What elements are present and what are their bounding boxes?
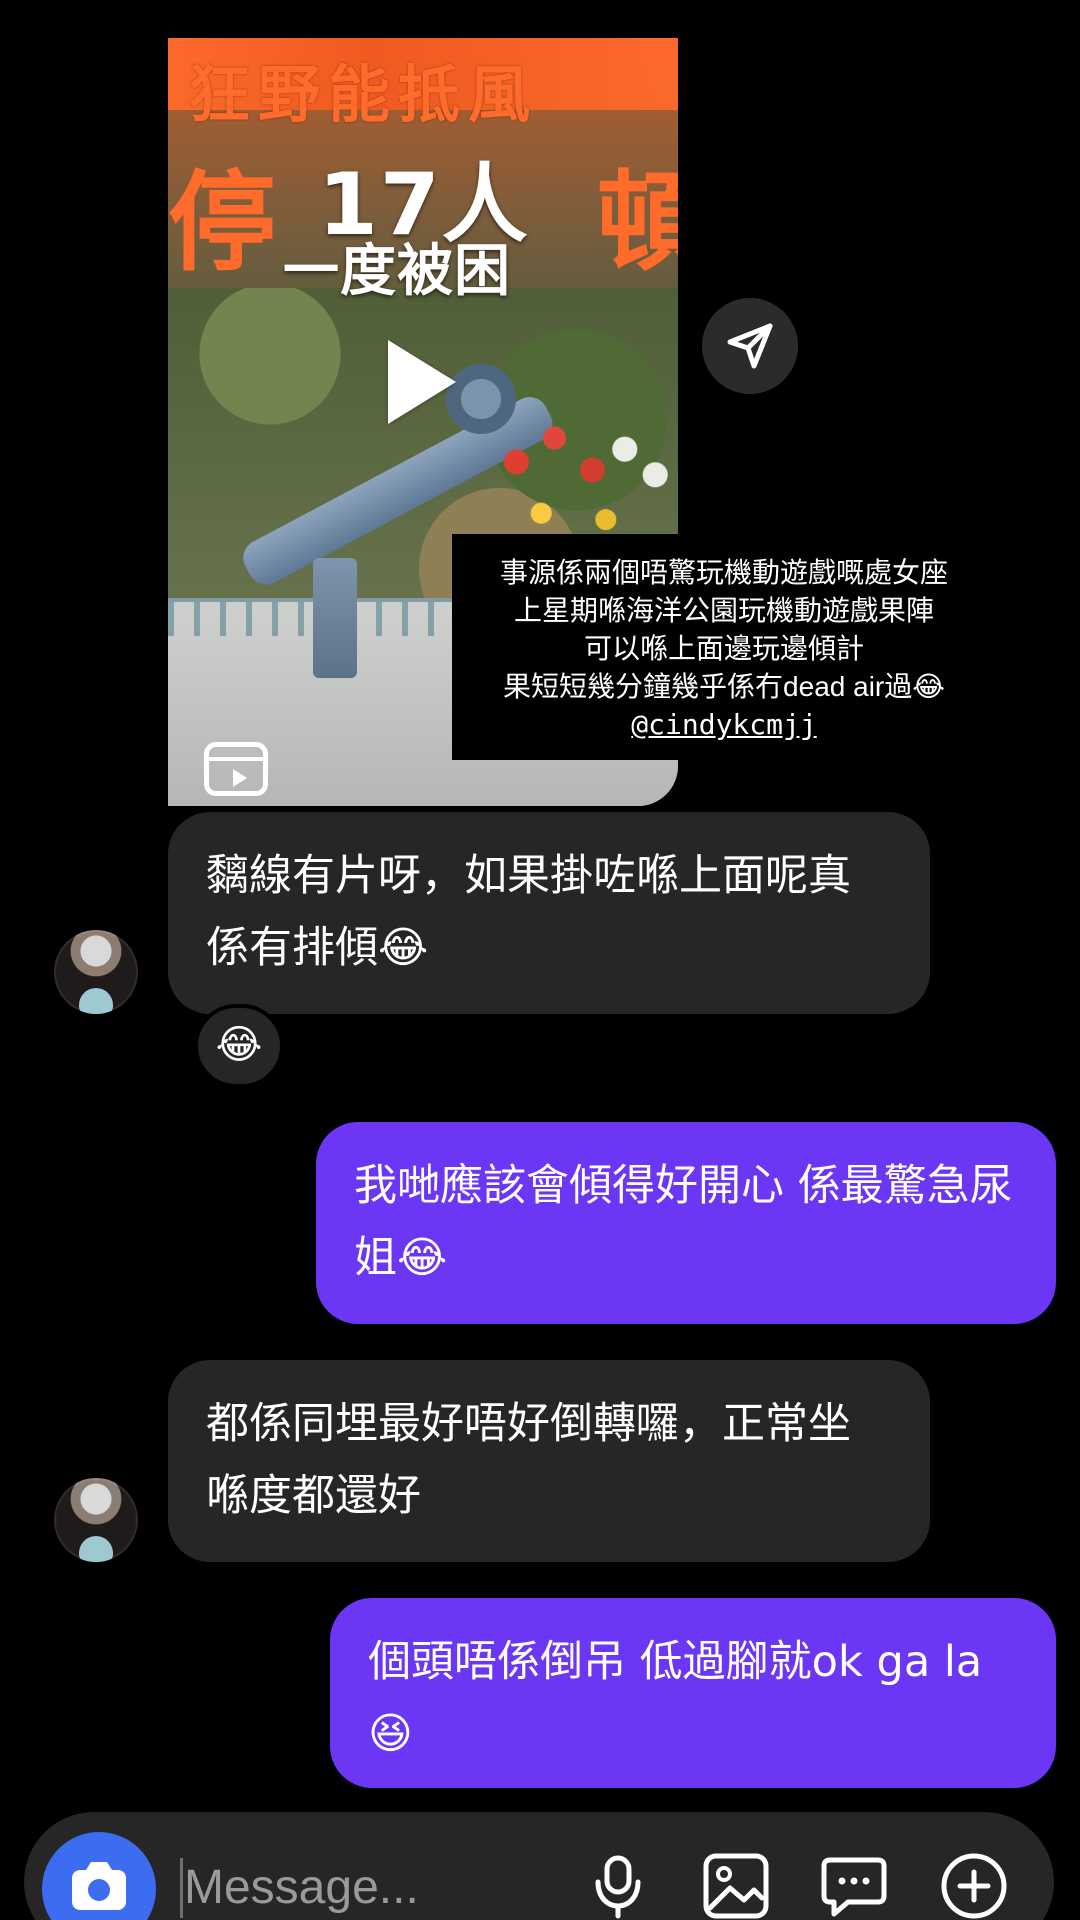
reels-icon <box>204 742 268 796</box>
camera-icon <box>72 1862 126 1910</box>
incoming-message-bubble[interactable]: 都係同埋最好唔好倒轉囉，正常坐喺度都還好 <box>168 1360 930 1562</box>
more-options-button[interactable] <box>938 1850 1010 1920</box>
share-button[interactable] <box>702 298 798 394</box>
plus-icon <box>941 1853 1007 1919</box>
caption-line-2: 上星期喺海洋公園玩機動遊戲果陣 <box>513 595 934 626</box>
chat-screen: 狂野能抵風 停 頓 17人 一度被困 事源係兩個唔驚玩機動遊戲嘅處女座 上星期喺… <box>0 0 1080 1920</box>
gallery-button[interactable] <box>700 1850 772 1920</box>
avatar[interactable] <box>54 930 138 1014</box>
caption-line-4: 果短短幾分鐘幾乎係冇dead air過😂 <box>503 671 945 702</box>
outgoing-message-bubble[interactable]: 我哋應該會傾得好開心 係最驚急尿姐😂 <box>316 1122 1056 1324</box>
message-text: 都係同埋最好唔好倒轉囉，正常坐喺度都還好 <box>206 1399 851 1521</box>
outgoing-message-bubble[interactable]: 個頭唔係倒吊 低過腳就ok ga la😆 <box>330 1598 1056 1788</box>
camera-button[interactable] <box>42 1832 156 1920</box>
send-icon <box>727 323 773 369</box>
avatar[interactable] <box>54 1478 138 1562</box>
message-input[interactable] <box>180 1852 564 1920</box>
reel-caption: 事源係兩個唔驚玩機動遊戲嘅處女座 上星期喺海洋公園玩機動遊戲果陣 可以喺上面邊玩… <box>452 534 996 760</box>
chat-bubble-icon <box>821 1857 887 1917</box>
message-text: 個頭唔係倒吊 低過腳就ok ga la😆 <box>368 1637 983 1759</box>
message-reaction[interactable]: 😂 <box>194 1004 284 1088</box>
gallery-icon <box>703 1853 769 1919</box>
reel-headline-line2: 一度被困 <box>283 239 511 304</box>
microphone-icon <box>595 1855 641 1919</box>
mic-button[interactable] <box>582 1850 654 1920</box>
reel-overlay-right-text: 頓 <box>596 161 678 286</box>
sticker-button[interactable] <box>818 1850 890 1920</box>
message-text: 黐線有片呀，如果掛咗喺上面呢真係有排傾😂 <box>206 851 851 973</box>
caption-line-3: 可以喺上面邊玩邊傾計 <box>583 633 864 664</box>
caption-handle-link[interactable]: @cindykcmjj <box>452 706 996 744</box>
incoming-message-bubble[interactable]: 黐線有片呀，如果掛咗喺上面呢真係有排傾😂 <box>168 812 930 1014</box>
message-text: 我哋應該會傾得好開心 係最驚急尿姐😂 <box>354 1161 1013 1283</box>
caption-line-1: 事源係兩個唔驚玩機動遊戲嘅處女座 <box>499 557 948 588</box>
ride-tower <box>313 558 357 678</box>
reel-overlay-left-text: 停 <box>168 161 279 286</box>
reel-overlay-top-text: 狂野能抵風 <box>188 58 539 131</box>
play-icon[interactable] <box>388 340 456 424</box>
